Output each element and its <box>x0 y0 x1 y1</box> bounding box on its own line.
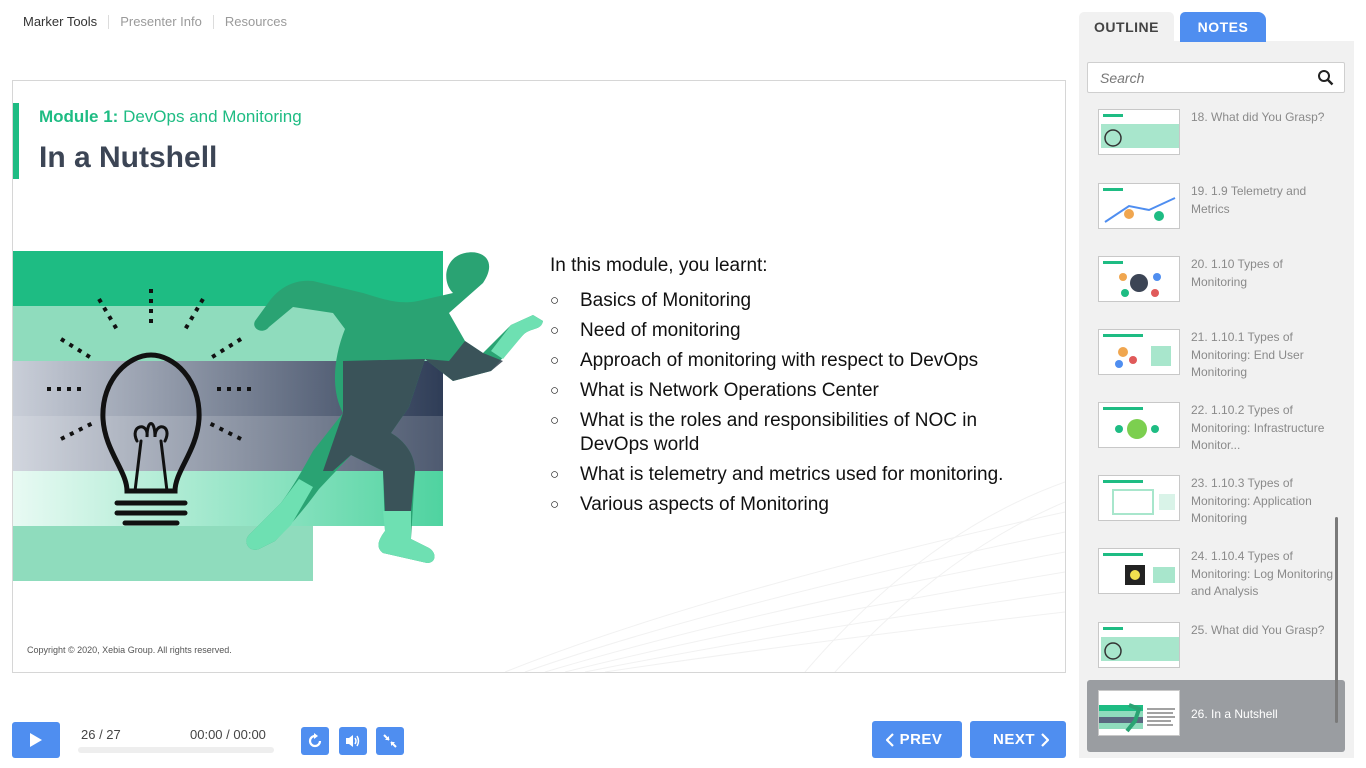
slide-thumbnail <box>1098 475 1180 521</box>
outline-item-label: 18. What did You Grasp? <box>1191 110 1325 124</box>
outline-item-20[interactable]: 20. 1.10 Types of Monitoring <box>1087 246 1345 318</box>
learning-item: What is Network Operations Center <box>550 379 1020 403</box>
search-input[interactable] <box>1088 63 1308 92</box>
outline-item-22[interactable]: 22. 1.10.2 Types of Monitoring: Infrastr… <box>1087 392 1345 464</box>
module-prefix: Module 1: <box>39 107 119 126</box>
slide-thumbnail <box>1098 329 1180 375</box>
replay-button[interactable] <box>301 727 329 755</box>
slide-title: In a Nutshell <box>39 141 218 174</box>
outline-item-19[interactable]: 19. 1.9 Telemetry and Metrics <box>1087 173 1345 245</box>
slide-counter: 26 / 27 <box>81 727 121 742</box>
replay-icon <box>308 733 322 748</box>
search-box <box>1087 62 1345 93</box>
resources-link[interactable]: Resources <box>212 15 298 29</box>
runner-lightbulb-illustration <box>13 251 544 581</box>
collapse-icon <box>383 734 397 748</box>
marker-tools-link[interactable]: Marker Tools <box>12 15 108 29</box>
outline-item-24[interactable]: 24. 1.10.4 Types of Monitoring: Log Moni… <box>1087 538 1345 610</box>
slide-thumbnail <box>1098 548 1180 594</box>
collapse-button[interactable] <box>376 727 404 755</box>
play-button[interactable] <box>12 722 60 758</box>
stripe <box>13 471 443 526</box>
top-nav: Marker Tools Presenter Info Resources <box>12 12 298 32</box>
learning-item: What is telemetry and metrics used for m… <box>550 463 1020 487</box>
module-heading: Module 1: DevOps and Monitoring <box>39 107 302 127</box>
outline-item-label: 21. 1.10.1 Types of Monitoring: End User… <box>1191 330 1304 379</box>
outline-item-label: 24. 1.10.4 Types of Monitoring: Log Moni… <box>1191 549 1334 598</box>
slide-thumbnail <box>1098 690 1180 736</box>
next-label: NEXT <box>992 731 1035 748</box>
next-button[interactable]: NEXT <box>970 721 1066 758</box>
tab-notes[interactable]: NOTES <box>1180 12 1266 42</box>
prev-label: PREV <box>899 731 943 748</box>
sidebar-panel: 18. What did You Grasp? 19. 1.9 Telemetr… <box>1079 41 1354 758</box>
outline-item-label: 26. In a Nutshell <box>1191 707 1278 721</box>
learning-item: Approach of monitoring with respect to D… <box>550 349 1020 373</box>
slide-thumbnail <box>1098 402 1180 448</box>
slide-thumbnail <box>1098 622 1180 668</box>
outline-item-21[interactable]: 21. 1.10.1 Types of Monitoring: End User… <box>1087 319 1345 391</box>
prev-button[interactable]: PREV <box>872 721 962 758</box>
slide-thumbnail <box>1098 109 1180 155</box>
learning-list: Basics of Monitoring Need of monitoring … <box>550 289 1020 523</box>
sidebar: 18. What did You Grasp? 19. 1.9 Telemetr… <box>1079 12 1354 758</box>
outline-item-23[interactable]: 23. 1.10.3 Types of Monitoring: Applicat… <box>1087 465 1345 537</box>
chevron-right-icon <box>1041 732 1049 747</box>
outline-item-label: 25. What did You Grasp? <box>1191 623 1325 637</box>
learn-intro: In this module, you learnt: <box>550 255 768 276</box>
play-icon <box>30 733 42 747</box>
learning-item: Various aspects of Monitoring <box>550 493 1020 517</box>
outline-item-label: 23. 1.10.3 Types of Monitoring: Applicat… <box>1191 476 1312 525</box>
volume-button[interactable] <box>339 727 367 755</box>
module-name: DevOps and Monitoring <box>123 107 302 126</box>
sidebar-scrollbar[interactable] <box>1335 517 1338 723</box>
outline-item-label: 19. 1.9 Telemetry and Metrics <box>1191 184 1307 216</box>
outline-item-25[interactable]: 25. What did You Grasp? <box>1087 612 1345 684</box>
slide-canvas: Module 1: DevOps and Monitoring In a Nut… <box>12 80 1066 673</box>
outline-item-26[interactable]: 26. In a Nutshell <box>1087 680 1345 752</box>
slide-thumbnail <box>1098 256 1180 302</box>
learning-item: Need of monitoring <box>550 319 1020 343</box>
copyright-notice: Copyright © 2020, Xebia Group. All right… <box>27 645 232 655</box>
outline-item-18[interactable]: 18. What did You Grasp? <box>1087 99 1345 171</box>
presenter-info-link[interactable]: Presenter Info <box>108 15 213 29</box>
outline-item-label: 22. 1.10.2 Types of Monitoring: Infrastr… <box>1191 403 1325 452</box>
seek-bar[interactable] <box>78 747 274 753</box>
learning-item: What is the roles and responsibilities o… <box>550 409 1020 457</box>
title-accent-bar <box>13 103 19 179</box>
playback-time: 00:00 / 00:00 <box>190 727 266 742</box>
outline-item-label: 20. 1.10 Types of Monitoring <box>1191 257 1283 289</box>
chevron-left-icon <box>885 732 894 747</box>
tab-outline[interactable]: OUTLINE <box>1079 12 1174 42</box>
search-icon[interactable] <box>1317 69 1334 86</box>
slide-thumbnail <box>1098 183 1180 229</box>
learning-item: Basics of Monitoring <box>550 289 1020 313</box>
volume-icon <box>346 735 360 747</box>
